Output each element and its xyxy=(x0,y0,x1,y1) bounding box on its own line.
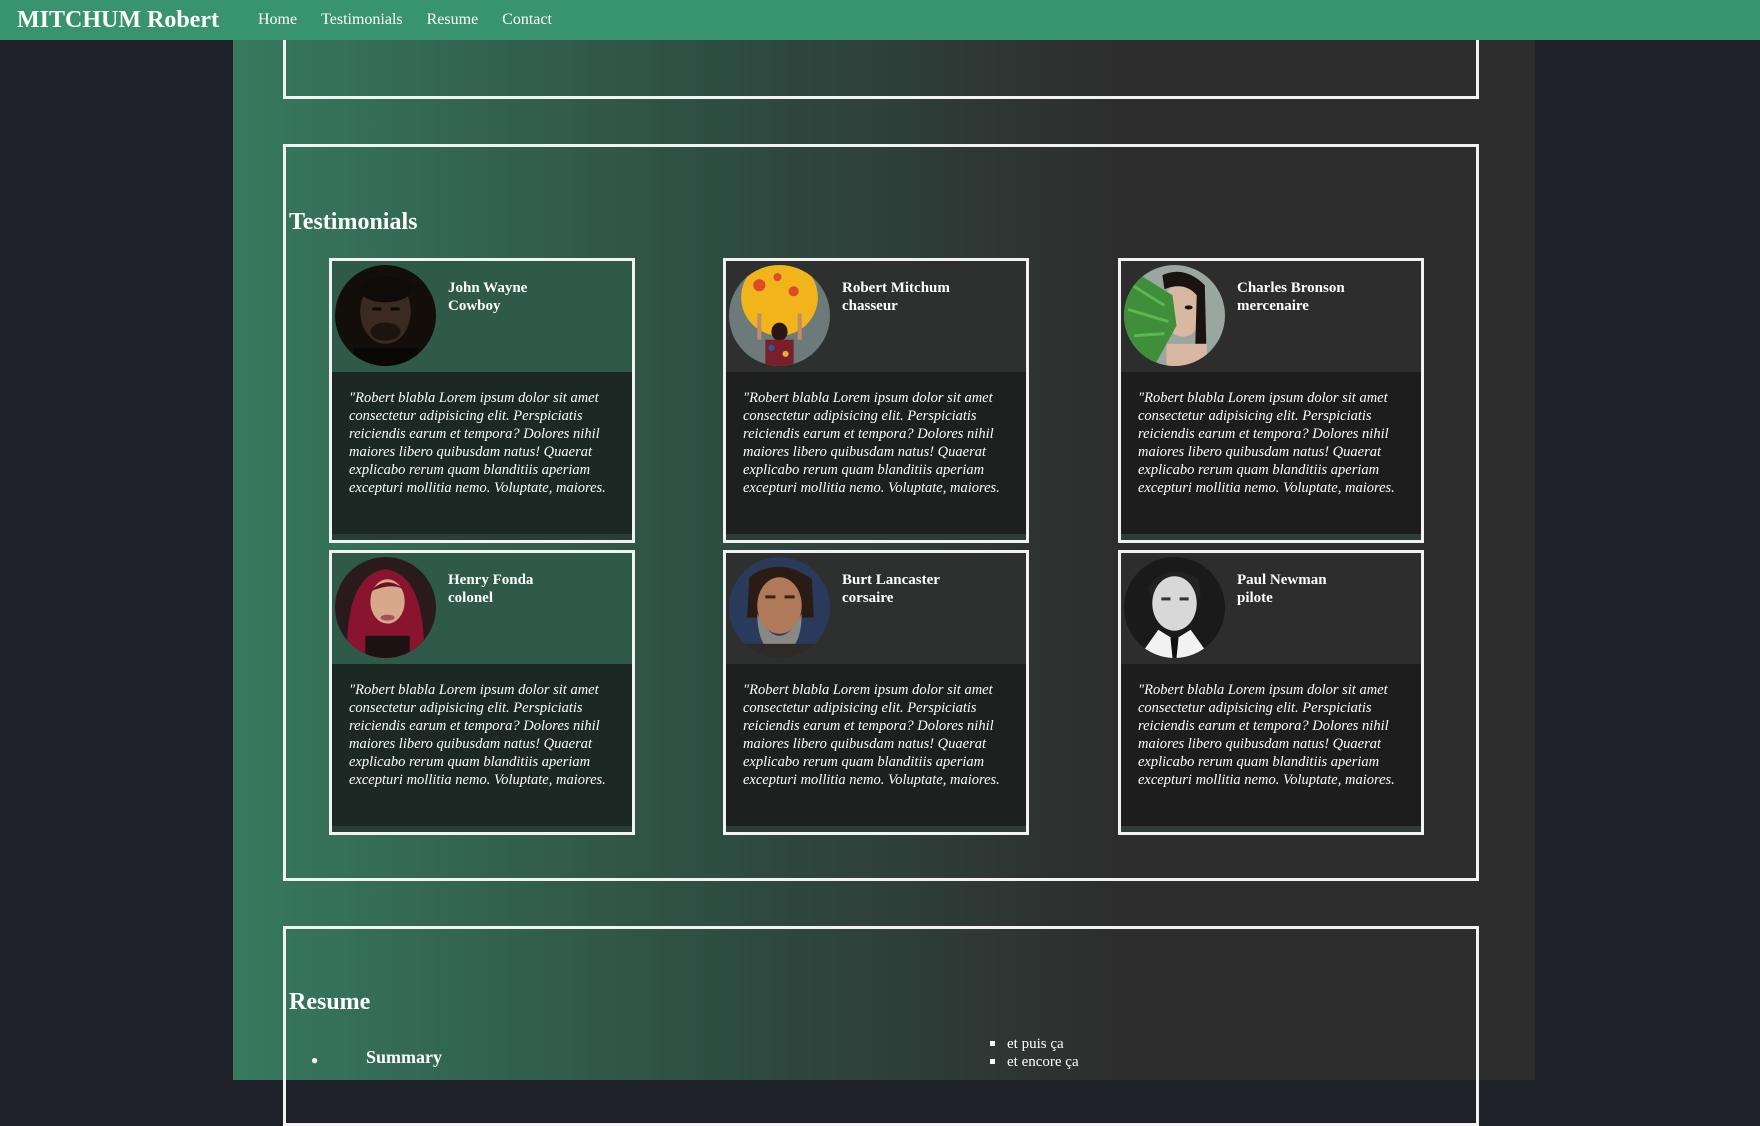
sub-item-text: et puis ça xyxy=(1007,1036,1064,1052)
avatar xyxy=(1124,265,1225,366)
card-header: Burt Lancaster corsaire xyxy=(726,553,1026,664)
section-title-testimonials: Testimonials xyxy=(289,209,418,235)
nav-link-testimonials[interactable]: Testimonials xyxy=(321,11,403,29)
list-item: ● Summary xyxy=(311,1047,442,1068)
card-role: chasseur xyxy=(842,298,898,314)
bullet-icon: ● xyxy=(311,1053,319,1067)
resume-summary-label: Summary xyxy=(366,1047,442,1067)
testimonial-quote: "Robert blabla Lorem ipsum dolor sit ame… xyxy=(1138,390,1395,496)
card-name: Robert Mitchum xyxy=(842,280,950,296)
list-item: et encore ça xyxy=(990,1053,1079,1071)
avatar xyxy=(335,265,436,366)
card-name: Henry Fonda xyxy=(448,572,534,588)
card-header: Charles Bronson mercenaire xyxy=(1121,261,1421,372)
top-navbar: MITCHUM Robert Home Testimonials Resume … xyxy=(0,0,1760,40)
bullet-icon xyxy=(990,1041,995,1046)
card-name: Burt Lancaster xyxy=(842,572,940,588)
testimonial-quote: "Robert blabla Lorem ipsum dolor sit ame… xyxy=(743,682,1000,788)
nav-link-home[interactable]: Home xyxy=(258,11,297,29)
bullet-icon xyxy=(990,1059,995,1064)
card-header: John Wayne Cowboy xyxy=(332,261,632,372)
testimonial-quote: "Robert blabla Lorem ipsum dolor sit ame… xyxy=(1138,682,1395,788)
resume-sub-list: et puis ça et encore ça xyxy=(990,1035,1079,1071)
card-role: mercenaire xyxy=(1237,298,1309,314)
testimonial-quote: "Robert blabla Lorem ipsum dolor sit ame… xyxy=(743,390,1000,496)
resume-list: ● Summary xyxy=(311,1047,442,1068)
card-body: "Robert blabla Lorem ipsum dolor sit ame… xyxy=(332,372,632,534)
nav-link-resume[interactable]: Resume xyxy=(427,11,479,29)
card-body: "Robert blabla Lorem ipsum dolor sit ame… xyxy=(726,372,1026,534)
testimonial-card: John Wayne Cowboy "Robert blabla Lorem i… xyxy=(329,258,635,543)
avatar xyxy=(1124,557,1225,658)
testimonial-quote: "Robert blabla Lorem ipsum dolor sit ame… xyxy=(349,390,606,496)
card-name: Paul Newman xyxy=(1237,572,1327,588)
card-role: colonel xyxy=(448,590,493,606)
testimonial-card: Paul Newman pilote "Robert blabla Lorem … xyxy=(1118,550,1424,835)
testimonial-card: Robert Mitchum chasseur "Robert blabla L… xyxy=(723,258,1029,543)
brand-title[interactable]: MITCHUM Robert xyxy=(17,7,219,34)
testimonial-card: Henry Fonda colonel "Robert blabla Lorem… xyxy=(329,550,635,835)
testimonial-card: Burt Lancaster corsaire "Robert blabla L… xyxy=(723,550,1029,835)
avatar xyxy=(729,265,830,366)
card-header: Paul Newman pilote xyxy=(1121,553,1421,664)
card-role: corsaire xyxy=(842,590,894,606)
testimonials-section: Testimonials John Wayne Cowboy "Robert b… xyxy=(283,144,1479,881)
card-body: "Robert blabla Lorem ipsum dolor sit ame… xyxy=(332,664,632,826)
card-header: Robert Mitchum chasseur xyxy=(726,261,1026,372)
card-role: pilote xyxy=(1237,590,1273,606)
card-name: John Wayne xyxy=(448,280,528,296)
sub-item-text: et encore ça xyxy=(1007,1054,1079,1070)
card-body: "Robert blabla Lorem ipsum dolor sit ame… xyxy=(1121,664,1421,826)
avatar xyxy=(335,557,436,658)
testimonial-card: Charles Bronson mercenaire "Robert blabl… xyxy=(1118,258,1424,543)
nav-link-contact[interactable]: Contact xyxy=(502,11,552,29)
section-title-resume: Resume xyxy=(289,989,371,1015)
testimonial-quote: "Robert blabla Lorem ipsum dolor sit ame… xyxy=(349,682,606,788)
avatar xyxy=(729,557,830,658)
list-item: et puis ça xyxy=(990,1035,1079,1053)
resume-section: Resume ● Summary et puis ça et encore ça xyxy=(283,926,1479,1126)
card-role: Cowboy xyxy=(448,298,501,314)
card-name: Charles Bronson xyxy=(1237,280,1345,296)
card-body: "Robert blabla Lorem ipsum dolor sit ame… xyxy=(1121,372,1421,534)
card-body: "Robert blabla Lorem ipsum dolor sit ame… xyxy=(726,664,1026,826)
card-header: Henry Fonda colonel xyxy=(332,553,632,664)
